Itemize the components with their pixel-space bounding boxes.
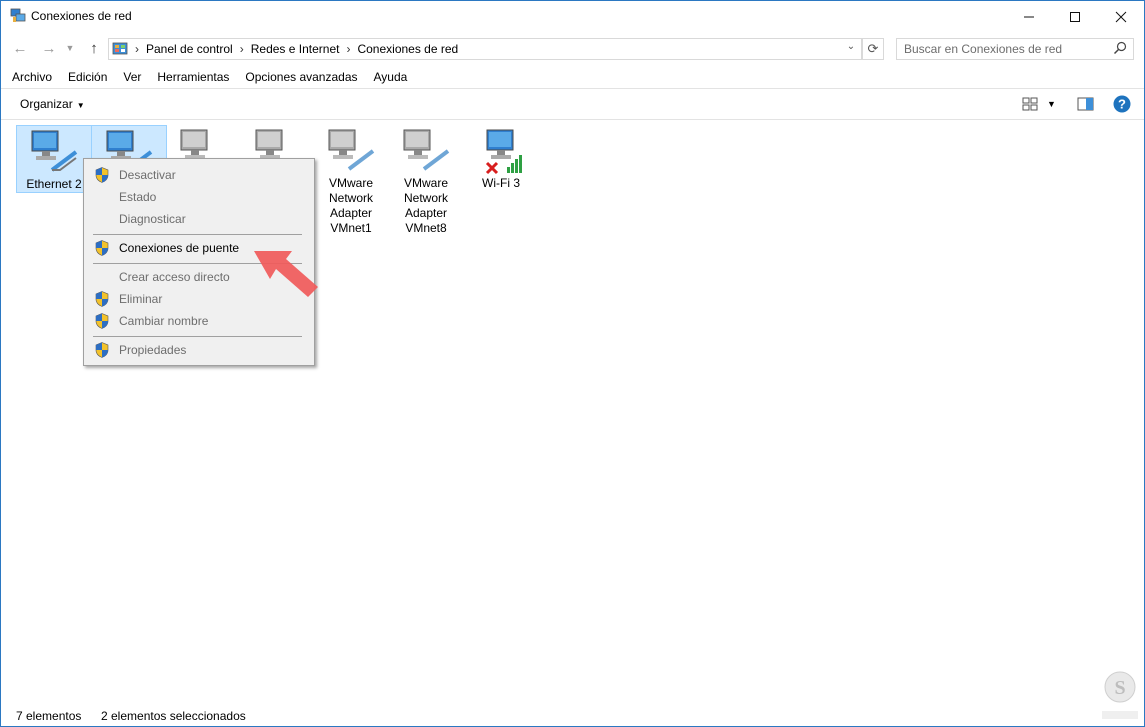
arrow-left-icon: ←	[12, 39, 28, 57]
uac-shield-icon	[95, 291, 109, 307]
search-icon	[1113, 41, 1127, 55]
search-box[interactable]: Buscar en Conexiones de red	[896, 38, 1134, 60]
breadcrumb-item-network-connections[interactable]: Conexiones de red	[357, 42, 458, 56]
title-bar[interactable]: Conexiones de red	[1, 1, 1144, 32]
arrow-right-icon: →	[41, 39, 57, 57]
preview-pane-icon[interactable]	[1077, 97, 1094, 111]
watermark-logo: S	[1102, 671, 1138, 719]
organize-label: Organizar	[20, 97, 73, 111]
item-label: Wi-Fi 3	[482, 176, 520, 190]
status-bar: 7 elementos 2 elementos seleccionados	[1, 701, 1144, 726]
menu-item-label: Conexiones de puente	[119, 241, 240, 255]
menu-item-label: Propiedades	[119, 343, 187, 357]
menu-item-desactivar[interactable]: Desactivar	[86, 164, 312, 186]
item-label: VMware Network Adapter VMnet8	[403, 176, 448, 235]
breadcrumb: › Panel de control › Redes e Internet › …	[135, 42, 458, 56]
breadcrumb-item-control-panel[interactable]: Panel de control	[146, 42, 233, 56]
menu-item-label: Cambiar nombre	[119, 314, 209, 328]
menu-item-diagnosticar[interactable]: Diagnosticar	[86, 208, 312, 230]
chevron-down-icon[interactable]: ▼	[1047, 99, 1056, 109]
menu-herramientas[interactable]: Herramientas	[149, 67, 237, 87]
refresh-button[interactable]: ⟳	[862, 38, 884, 60]
svg-text:S: S	[1114, 677, 1125, 699]
breadcrumb-chevron-icon: ›	[135, 42, 139, 56]
status-selected-count: 2 elementos seleccionados	[101, 709, 246, 723]
ethernet-adapter-icon	[31, 130, 78, 172]
list-item-vmnet8[interactable]: VMware Network Adapter VMnet8	[389, 125, 463, 240]
breadcrumb-item-network-internet[interactable]: Redes e Internet	[251, 42, 340, 56]
menu-item-label: Diagnosticar	[119, 212, 186, 226]
menu-item-label: Estado	[119, 190, 157, 204]
up-button[interactable]: ↑	[83, 38, 105, 58]
network-connections-icon	[10, 8, 26, 22]
uac-shield-icon	[95, 167, 109, 183]
item-label: Ethernet 2	[26, 177, 82, 191]
wifi-adapter-disconnected-icon	[485, 129, 522, 175]
uac-shield-icon	[95, 342, 109, 358]
menu-separator	[93, 234, 302, 235]
uac-shield-icon	[95, 240, 109, 256]
explorer-window: Conexiones de red ← → ▼ ↑ › Panel de con…	[0, 0, 1145, 727]
search-placeholder: Buscar en Conexiones de red	[904, 42, 1063, 56]
back-button[interactable]: ←	[9, 38, 31, 58]
address-bar[interactable]: › Panel de control › Redes e Internet › …	[108, 38, 862, 60]
window-title: Conexiones de red	[31, 9, 132, 23]
control-panel-icon	[112, 42, 128, 55]
menu-archivo[interactable]: Archivo	[1, 67, 60, 87]
list-item-vmnet1[interactable]: VMware Network Adapter VMnet1	[314, 125, 388, 240]
menu-edicion[interactable]: Edición	[60, 67, 115, 87]
svg-text:?: ?	[1118, 97, 1126, 112]
ethernet-adapter-disabled-icon	[403, 129, 450, 171]
change-view-icon[interactable]	[1022, 97, 1038, 111]
ethernet-adapter-disabled-icon	[328, 129, 375, 171]
breadcrumb-chevron-icon: ›	[346, 42, 351, 56]
menu-ver[interactable]: Ver	[115, 67, 149, 87]
menu-item-cambiar-nombre[interactable]: Cambiar nombre	[86, 310, 312, 332]
menu-opciones-avanzadas[interactable]: Opciones avanzadas	[237, 67, 365, 87]
chevron-down-icon: ▼	[65, 43, 75, 53]
close-button[interactable]	[1098, 1, 1144, 32]
menu-separator	[93, 336, 302, 337]
item-label: VMware Network Adapter VMnet1	[328, 176, 373, 235]
maximize-icon	[1070, 11, 1080, 22]
minimize-icon	[1024, 16, 1034, 17]
list-item-ethernet-2[interactable]: Ethernet 2	[16, 125, 92, 193]
menu-ayuda[interactable]: Ayuda	[366, 67, 416, 87]
menu-item-propiedades[interactable]: Propiedades	[86, 339, 312, 361]
help-icon[interactable]: ?	[1113, 95, 1131, 113]
list-item-wifi-3[interactable]: Wi-Fi 3	[464, 125, 538, 195]
chevron-down-icon: ▼	[76, 101, 85, 110]
uac-shield-icon	[95, 313, 109, 329]
forward-button[interactable]: →	[38, 38, 60, 58]
arrow-up-icon: ↑	[90, 39, 98, 57]
menu-item-label: Desactivar	[119, 168, 176, 182]
command-bar: Organizar ▼ ▼ ?	[1, 88, 1144, 120]
maximize-button[interactable]	[1052, 1, 1098, 32]
close-icon	[1115, 11, 1127, 22]
menu-item-estado[interactable]: Estado	[86, 186, 312, 208]
menu-item-label: Eliminar	[119, 292, 163, 306]
address-dropdown-icon[interactable]: ⌄	[843, 41, 859, 57]
annotation-arrow-icon	[254, 251, 318, 297]
recent-locations-button[interactable]: ▼	[63, 38, 77, 58]
refresh-icon: ⟳	[867, 41, 879, 56]
menu-bar: Archivo Edición Ver Herramientas Opcione…	[1, 67, 1144, 87]
menu-item-label: Crear acceso directo	[119, 270, 230, 284]
breadcrumb-chevron-icon: ›	[239, 42, 244, 56]
organize-button[interactable]: Organizar ▼	[20, 97, 85, 111]
status-item-count: 7 elementos	[16, 709, 82, 723]
minimize-button[interactable]	[1006, 1, 1052, 32]
